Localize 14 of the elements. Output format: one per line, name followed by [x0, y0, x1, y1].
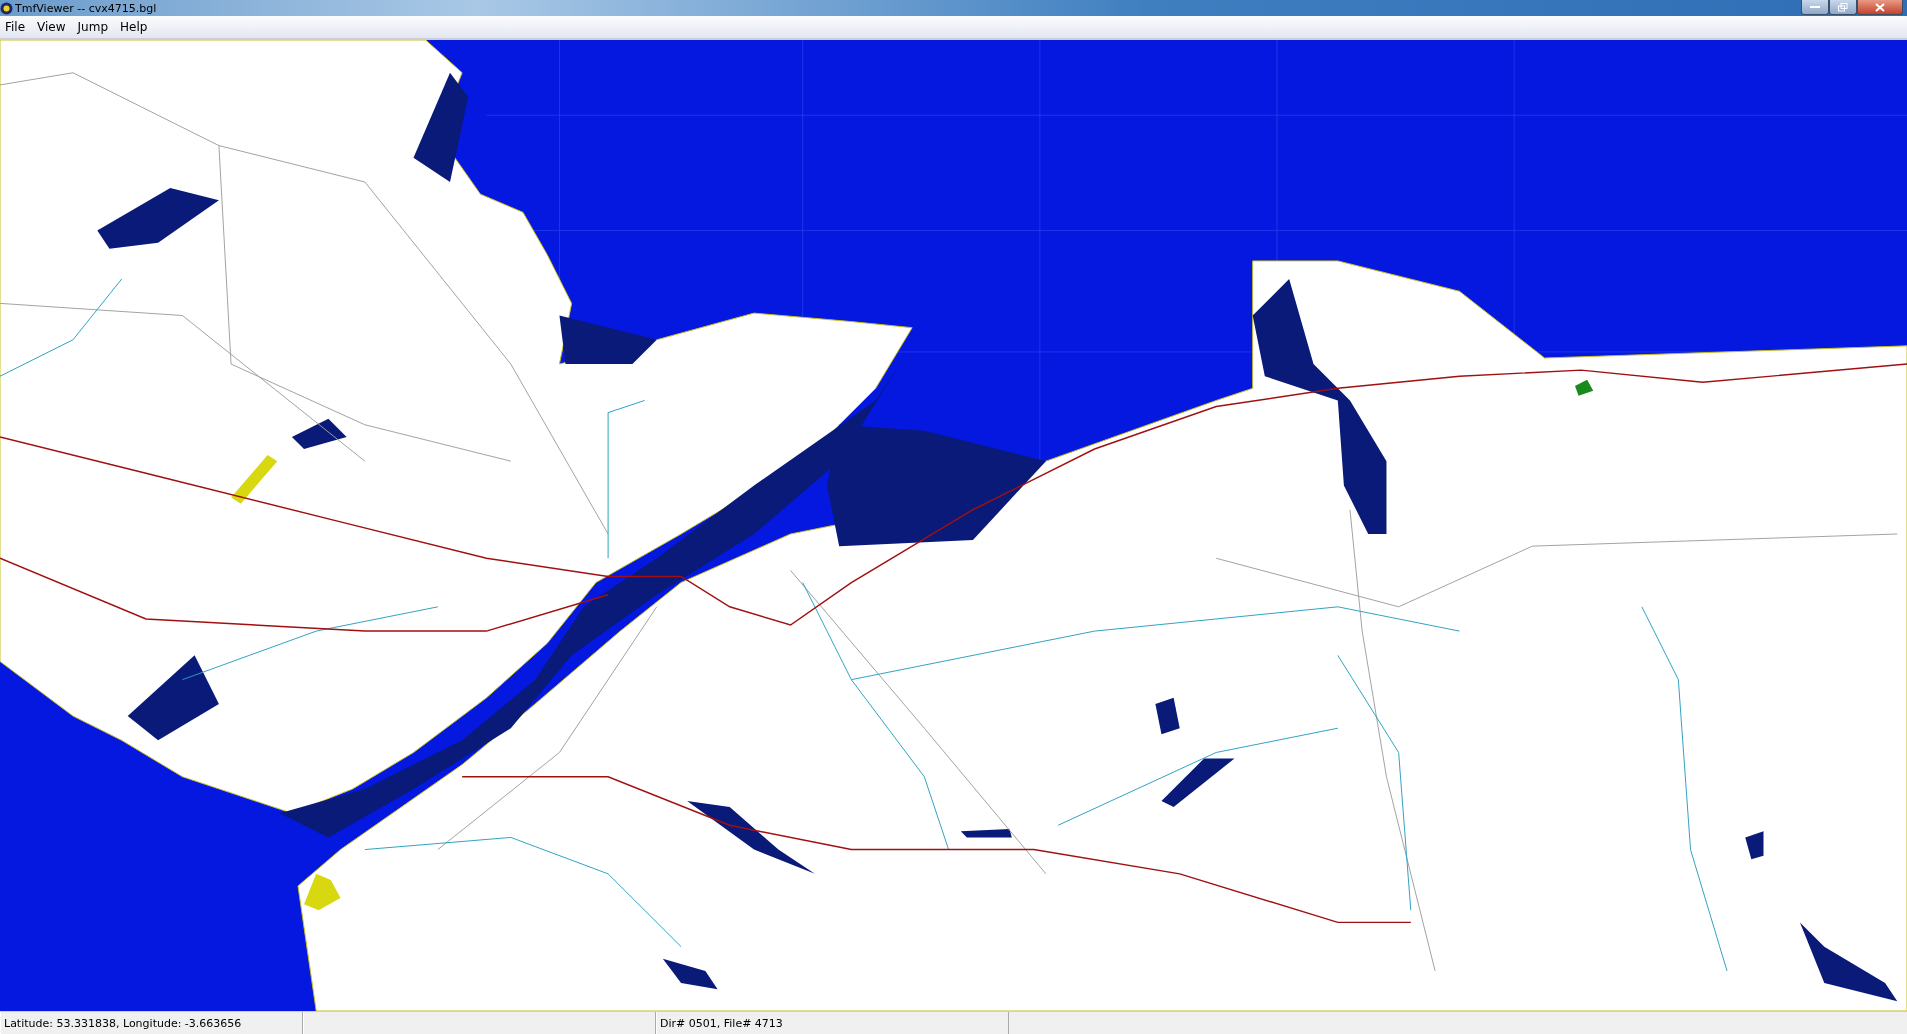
- menu-item[interactable]: File: [0, 20, 33, 34]
- restore-icon: [1838, 2, 1848, 12]
- minimize-button[interactable]: [1801, 0, 1829, 15]
- close-button[interactable]: [1857, 0, 1903, 15]
- minimize-icon: [1810, 5, 1820, 9]
- close-icon: [1875, 2, 1885, 12]
- app-icon: [0, 1, 13, 15]
- window-title: TmfViewer -- cvx4715.bgl: [15, 1, 157, 15]
- file-info-text: Dir# 0501, File# 4713: [656, 1012, 1009, 1034]
- menu-item[interactable]: Help: [115, 20, 155, 34]
- menu-item[interactable]: View: [32, 20, 73, 34]
- coordinates-text: Latitude: 53.331838, Longitude: -3.663656: [0, 1012, 303, 1034]
- menu-item[interactable]: Jump: [72, 20, 116, 34]
- maximize-button[interactable]: [1829, 0, 1857, 15]
